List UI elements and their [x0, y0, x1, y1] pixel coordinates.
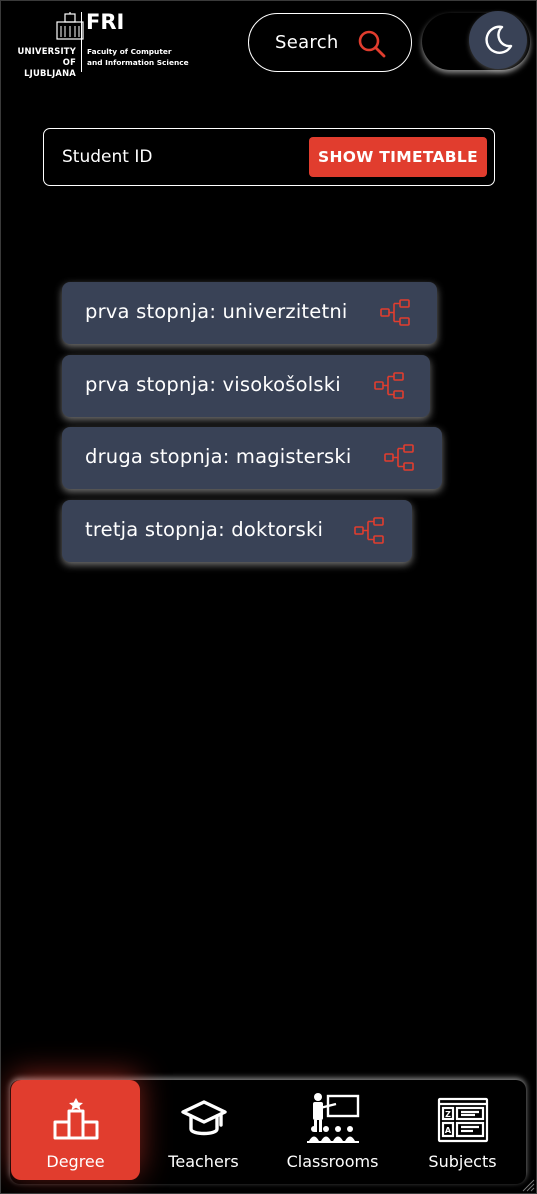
degree-item-visokosolski[interactable]: prva stopnja: visokošolski [62, 355, 430, 417]
faculty-line-2: and Information Science [87, 58, 189, 67]
degree-item-univerzitetni[interactable]: prva stopnja: univerzitetni [62, 282, 437, 344]
degree-label: prva stopnja: visokošolski [85, 373, 341, 396]
nav-label: Degree [46, 1152, 105, 1171]
faculty-line-1: Faculty of Computer [87, 47, 172, 56]
degree-item-magisterski[interactable]: druga stopnja: magisterski [62, 427, 442, 489]
graduation-cap-icon [181, 1100, 227, 1136]
podium-icon [53, 1098, 99, 1140]
degree-label: druga stopnja: magisterski [85, 445, 352, 468]
degree-item-doktorski[interactable]: tretja stopnja: doktorski [62, 500, 412, 562]
faculty-name: Faculty of Computer and Information Scie… [87, 46, 197, 68]
nav-item-degree[interactable]: Degree [11, 1080, 140, 1180]
nav-item-classrooms[interactable]: Classrooms [266, 1080, 399, 1180]
nav-item-subjects[interactable]: Z A Subjects [399, 1080, 526, 1180]
university-name: UNIVERSITY OF LJUBLJANA [10, 46, 76, 79]
nav-item-teachers[interactable]: Teachers [141, 1080, 266, 1180]
theme-toggle[interactable] [422, 11, 530, 70]
search-icon [358, 30, 386, 58]
moon-icon [485, 25, 513, 54]
logo-divider [81, 12, 82, 72]
sitemap-icon [380, 299, 410, 326]
show-timetable-button[interactable]: SHOW TIMETABLE [309, 137, 487, 177]
nav-label: Teachers [168, 1152, 239, 1171]
university-line-2: OF LJUBLJANA [24, 57, 76, 78]
nav-label: Subjects [428, 1152, 497, 1171]
svg-text:A: A [445, 1126, 452, 1135]
search-button-label: Search [275, 32, 339, 53]
degree-label: tretja stopnja: doktorski [85, 518, 324, 541]
sitemap-icon [384, 444, 414, 471]
subjects-icon: Z A [437, 1097, 489, 1143]
resize-grip-icon[interactable] [521, 1178, 535, 1192]
theme-toggle-knob[interactable] [469, 11, 527, 69]
sitemap-icon [354, 517, 384, 544]
sitemap-icon [374, 372, 404, 399]
svg-text:Z: Z [445, 1110, 451, 1119]
university-line-1: UNIVERSITY [17, 46, 76, 56]
bottom-navigation: Degree Teachers Classrooms Z A Subjects [10, 1080, 526, 1184]
search-button[interactable]: Search [248, 13, 412, 72]
nav-label: Classrooms [286, 1152, 379, 1171]
student-id-input[interactable] [62, 139, 302, 175]
fri-logo[interactable]: UNIVERSITY OF LJUBLJANA FRI Faculty of C… [10, 10, 190, 78]
degree-label: prva stopnja: univerzitetni [85, 300, 348, 323]
classroom-icon [307, 1093, 360, 1143]
student-id-form: SHOW TIMETABLE [43, 128, 495, 186]
faculty-acronym: FRI [86, 10, 125, 34]
